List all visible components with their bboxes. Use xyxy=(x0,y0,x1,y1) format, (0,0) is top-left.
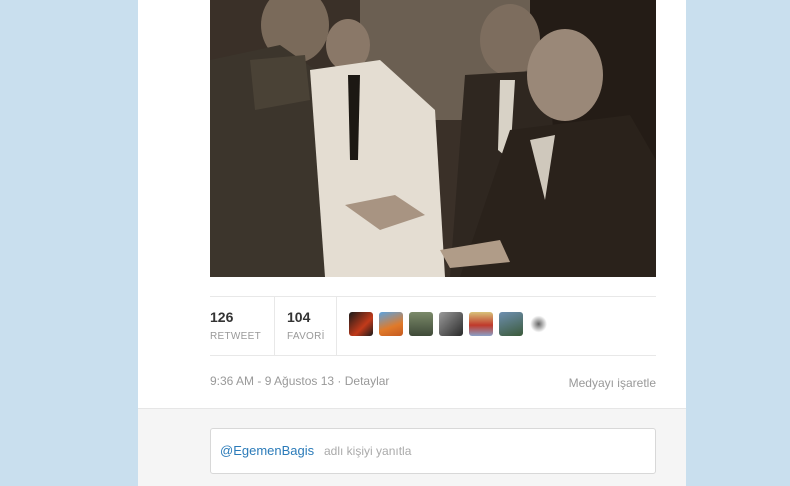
tweet-card: 126 RETWEET 104 FAVORİ 9:36 AM - 9 Ağust… xyxy=(138,0,686,486)
reply-handle: @EgemenBagis xyxy=(220,443,315,458)
avatar[interactable] xyxy=(349,312,373,336)
reply-area: @EgemenBagis adlı kişiyi yanıtla xyxy=(138,408,686,486)
avatar[interactable] xyxy=(529,312,553,336)
favorite-count: 104 xyxy=(287,309,311,325)
tweet-meta: 9:36 AM - 9 Ağustos 13 · Detaylar Medyay… xyxy=(210,374,656,392)
retweet-label: RETWEET xyxy=(210,331,261,342)
reply-input[interactable]: @EgemenBagis adlı kişiyi yanıtla xyxy=(210,428,656,474)
reply-hint: adlı kişiyi yanıtla xyxy=(324,444,412,458)
avatar[interactable] xyxy=(379,312,403,336)
favorite-stat[interactable]: 104 FAVORİ xyxy=(274,297,337,355)
avatar[interactable] xyxy=(439,312,463,336)
photo-image xyxy=(210,0,656,277)
retweet-stat[interactable]: 126 RETWEET xyxy=(210,297,275,355)
flag-media-link[interactable]: Medyayı işaretle xyxy=(569,376,656,390)
avatar[interactable] xyxy=(469,312,493,336)
tweet-photo[interactable] xyxy=(210,0,656,277)
avatar[interactable] xyxy=(499,312,523,336)
tweet-timestamp[interactable]: 9:36 AM - 9 Ağustos 13 · Detaylar xyxy=(210,374,389,388)
retweet-count: 126 xyxy=(210,309,234,325)
tweet-stats: 126 RETWEET 104 FAVORİ xyxy=(210,296,656,356)
avatar[interactable] xyxy=(409,312,433,336)
favorite-label: FAVORİ xyxy=(287,331,325,342)
